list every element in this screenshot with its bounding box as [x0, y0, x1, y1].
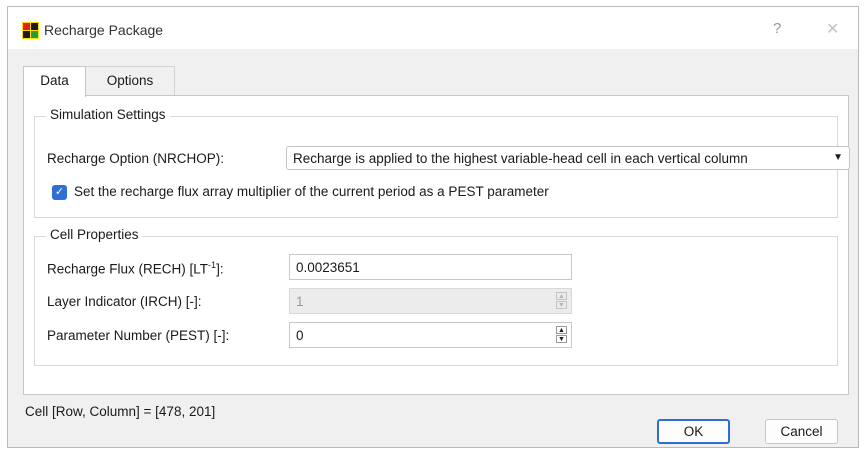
parameter-number-label: Parameter Number (PEST) [-]:: [47, 328, 230, 343]
spin-up-icon: ▲: [556, 292, 567, 300]
cell-position-status: Cell [Row, Column] = [478, 201]: [25, 404, 216, 419]
layer-indicator-spinner: ▲ ▼: [556, 292, 567, 310]
help-button[interactable]: ?: [773, 20, 781, 37]
close-icon[interactable]: ✕: [826, 19, 839, 39]
layer-indicator-label: Layer Indicator (IRCH) [-]:: [47, 294, 202, 309]
dialog-window: Recharge Package ? ✕ Data Options Simula…: [7, 6, 859, 448]
recharge-option-value: Recharge is applied to the highest varia…: [293, 151, 748, 166]
layer-indicator-input: 1 ▲ ▼: [289, 288, 572, 314]
cancel-button[interactable]: Cancel: [765, 419, 838, 444]
recharge-option-label: Recharge Option (NRCHOP):: [47, 151, 225, 166]
recharge-flux-label-exponent: -1: [208, 260, 217, 270]
simulation-settings-title: Simulation Settings: [46, 107, 170, 122]
pest-parameter-label: Set the recharge flux array multiplier o…: [74, 184, 549, 199]
recharge-flux-input[interactable]: 0.0023651: [289, 254, 572, 280]
app-icon: [22, 22, 39, 39]
title-bar: Recharge Package ? ✕: [8, 7, 858, 49]
cell-properties-group: Cell Properties Recharge Flux (RECH) [LT…: [34, 227, 838, 366]
simulation-settings-group: Simulation Settings Recharge Option (NRC…: [34, 107, 850, 218]
data-tab-panel: Simulation Settings Recharge Option (NRC…: [23, 95, 850, 395]
recharge-flux-value: 0.0023651: [296, 260, 360, 275]
recharge-flux-label-end: ]:: [216, 261, 224, 277]
spin-down-icon: ▼: [556, 301, 567, 309]
layer-indicator-value: 1: [296, 294, 304, 309]
spin-up-icon[interactable]: ▲: [556, 326, 567, 334]
parameter-number-value: 0: [296, 328, 304, 343]
window-title: Recharge Package: [44, 22, 164, 38]
cell-properties-title: Cell Properties: [46, 227, 143, 242]
spin-down-icon[interactable]: ▼: [556, 335, 567, 343]
recharge-flux-label-text: Recharge Flux (RECH) [LT: [47, 261, 209, 277]
parameter-number-input[interactable]: 0 ▲ ▼: [289, 322, 572, 348]
parameter-number-spinner[interactable]: ▲ ▼: [556, 326, 567, 344]
ok-button[interactable]: OK: [657, 419, 730, 444]
checkmark-icon: ✓: [54, 186, 65, 198]
tab-data[interactable]: Data: [23, 66, 86, 97]
tab-options[interactable]: Options: [86, 66, 175, 95]
recharge-option-select[interactable]: Recharge is applied to the highest varia…: [286, 146, 850, 170]
chevron-down-icon: ▼: [833, 152, 843, 163]
recharge-flux-label: Recharge Flux (RECH) [LT-1]:: [47, 260, 224, 277]
pest-parameter-checkbox[interactable]: ✓: [52, 185, 67, 200]
